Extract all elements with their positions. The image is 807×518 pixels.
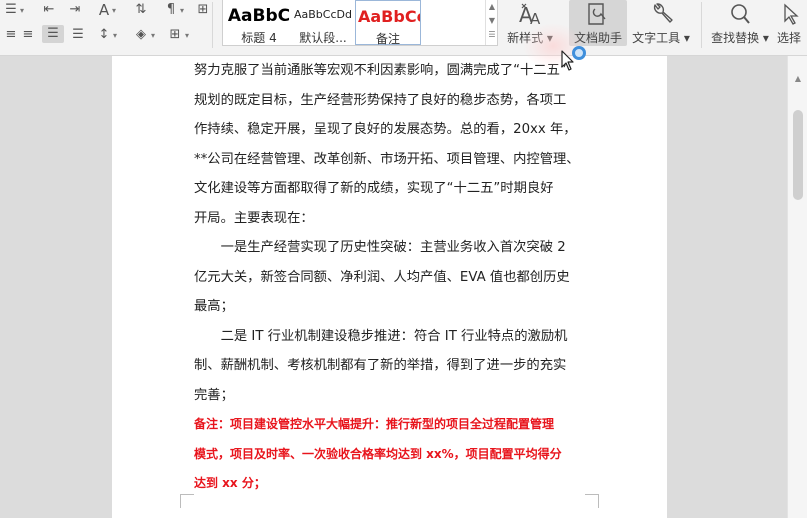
chevron-down-icon[interactable]: ▾: [185, 32, 189, 40]
chevron-down-icon[interactable]: ▾: [151, 32, 155, 40]
find-replace-button[interactable]: 查找替换 ▾: [709, 0, 771, 46]
increase-indent-icon[interactable]: ⇥: [64, 1, 86, 19]
find-replace-label: 查找替换 ▾: [711, 31, 769, 45]
text-line: 规划的既定目标，生产经营形势保持了良好的稳步态势，各项工: [194, 92, 567, 108]
text-line: 完善；: [194, 387, 234, 403]
expand-gallery-icon[interactable]: ☰: [486, 28, 498, 42]
decrease-indent-icon[interactable]: ⇤: [38, 1, 60, 19]
scroll-down-icon[interactable]: ▼: [486, 14, 498, 28]
style-preview: AaBbCcDd: [294, 8, 352, 21]
style-heading4[interactable]: AaBbC 标题 4: [226, 0, 292, 45]
busy-cursor-icon: [572, 46, 586, 60]
select-label: 选择: [777, 31, 802, 45]
text-line: 努力克服了当前通胀等宏观不利因素影响，圆满完成了“十二五”: [194, 63, 567, 78]
scroll-up-icon[interactable]: ▲: [486, 0, 498, 14]
note-line: 模式，项目及时率、一次验收合格率均达到 xx%，项目配置平均得分: [194, 446, 562, 461]
style-label: 备注: [375, 32, 400, 46]
select-icon: [777, 1, 807, 27]
style-label: 默认段...: [299, 31, 347, 45]
text-line: **公司在经营管理、改革创新、市场开拓、项目管理、内控管理、: [194, 151, 580, 167]
text-line: 制、薪酬机制、考核机制都有了新的举措，得到了进一步的充实: [194, 358, 567, 373]
scroll-up-icon[interactable]: ▲: [788, 74, 807, 83]
divider: [701, 2, 702, 48]
text-line: 亿元大关，新签合同额、净利润、人均产值、EVA 值也都创历史: [194, 269, 570, 285]
style-note[interactable]: AaBbCcI 备注: [355, 0, 421, 46]
scrollbar-thumb[interactable]: [793, 110, 803, 200]
shading-icon[interactable]: ◈: [130, 26, 152, 44]
gallery-scrollbar[interactable]: ▲ ▼ ☰: [485, 0, 498, 45]
svg-text:A: A: [530, 10, 541, 27]
margin-corner-mark: [180, 494, 194, 508]
style-label: 标题 4: [241, 31, 277, 45]
style-gallery: AaBbC 标题 4 AaBbCcDd 默认段... AaBbCcI 备注 ▲ …: [222, 0, 498, 46]
line-spacing-icon[interactable]: ↕: [93, 26, 115, 44]
show-marks-icon[interactable]: ¶: [160, 1, 182, 19]
chevron-down-icon[interactable]: ▾: [113, 32, 117, 40]
search-icon: [709, 1, 771, 27]
find-replace-text: 查找替换: [711, 31, 760, 45]
text-line: 一是生产经营实现了历史性突破：主营业务收入首次突破 2: [194, 240, 566, 255]
new-style-icon: A A: [503, 1, 557, 28]
margin-corner-mark: [585, 494, 599, 508]
vertical-scrollbar[interactable]: ▲: [787, 56, 807, 518]
chevron-down-icon[interactable]: ▾: [112, 7, 116, 15]
note-line: 备注：项目建设管控水平大幅提升：推行新型的项目全过程配置管理: [194, 417, 555, 431]
ribbon-toolbar: ☰ ▾ ⇤ ⇥ A ▾ ⇅ ¶ ▾ ⊞ ≡ ≡ ☰ ☰ ↕ ▾ ◈ ▾ ⊞ ▾ …: [0, 0, 807, 56]
text-line: 作持续、稳定开展，呈现了良好的发展态势。总的看，20xx 年，: [194, 122, 577, 137]
doc-assistant-icon: [569, 1, 627, 27]
chevron-down-icon[interactable]: ▾: [180, 7, 184, 15]
border-icon[interactable]: ⊞: [192, 1, 214, 19]
chevron-down-icon[interactable]: ▾: [20, 7, 24, 15]
style-preview: AaBbCcI: [358, 7, 420, 26]
distributed-align-icon[interactable]: ☰: [67, 26, 89, 44]
justify-icon[interactable]: ☰: [42, 25, 64, 43]
text-tools-text: 文字工具: [632, 31, 681, 45]
wrench-icon: [631, 1, 691, 27]
text-line: 二是 IT 行业机制建设稳步推进：符合 IT 行业特点的激励机: [194, 328, 568, 344]
sort-icon[interactable]: ⇅: [130, 1, 152, 19]
align-right-icon[interactable]: ≡: [17, 26, 39, 44]
document-body[interactable]: 努力克服了当前通胀等宏观不利因素影响，圆满完成了“十二五” 规划的既定目标，生产…: [194, 56, 584, 499]
style-default-paragraph[interactable]: AaBbCcDd 默认段...: [293, 0, 353, 45]
text-tools-button[interactable]: 文字工具 ▾: [631, 0, 691, 46]
document-page[interactable]: 努力克服了当前通胀等宏观不利因素影响，圆满完成了“十二五” 规划的既定目标，生产…: [112, 56, 667, 518]
style-preview: AaBbC: [227, 6, 291, 26]
text-tools-label: 文字工具 ▾: [632, 31, 690, 45]
text-line: 开局。主要表现在：: [194, 210, 314, 226]
bullet-list-icon[interactable]: ☰: [0, 1, 22, 19]
select-button[interactable]: 选择: [777, 0, 807, 46]
text-line: 最高；: [194, 299, 234, 314]
text-line: 文化建设等方面都取得了新的成绩，实现了“十二五”时期良好: [194, 181, 554, 196]
divider: [212, 2, 213, 48]
table-border-icon[interactable]: ⊞: [164, 26, 186, 44]
note-line: 达到 xx 分；: [194, 476, 266, 490]
